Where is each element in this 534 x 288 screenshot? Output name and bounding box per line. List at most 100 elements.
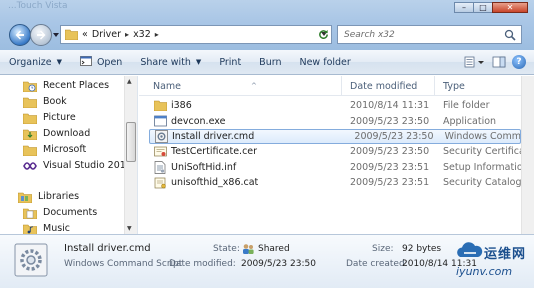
new-folder-label: New folder [299,56,351,68]
setup-info-icon [153,160,167,174]
file-type: File folder [443,100,490,112]
column-label: Name [153,80,182,92]
table-row-selected[interactable]: Install driver.cmd 2009/5/23 23:50 Windo… [149,128,521,145]
file-rows: i386 2010/8/14 11:31 File folder devcon.… [139,98,521,190]
file-date: 2009/5/23 23:51 [350,177,430,189]
nav-item-microsoft[interactable]: Microsoft [22,142,86,157]
back-button[interactable] [9,24,31,46]
nav-label: Download [43,128,91,139]
folder-icon [22,144,38,156]
security-catalog-icon [153,177,167,189]
size-value: 92 bytes [402,244,442,254]
arrow-left-icon [15,30,24,40]
nav-item-recent-places[interactable]: Recent Places [22,78,109,93]
date-created-label: Date created: [346,259,408,269]
title-bar: ...Touch Vista – □ ✕ « Driver ▸ x32 ▸ [0,0,534,50]
nav-item-download[interactable]: Download [22,126,90,141]
column-header-name[interactable]: Name ^ [139,76,342,96]
table-row[interactable]: devcon.exe 2009/5/23 23:50 Application [139,113,521,128]
state-value: Shared [258,244,290,254]
table-row[interactable]: UniSoftHid.inf 2009/5/23 23:51 Setup Inf… [139,160,521,175]
breadcrumb-item-x32[interactable]: x32 [133,29,151,40]
navigation-scrollbar[interactable]: ▲ ▼ [124,76,137,234]
nav-label: Documents [43,207,98,218]
address-bar[interactable]: « Driver ▸ x32 ▸ [60,25,332,44]
table-row[interactable]: unisofthid_x86.cat 2009/5/23 23:51 Secur… [139,175,521,190]
organize-button[interactable]: Organize ▼ [0,50,71,75]
refresh-button[interactable] [314,27,332,42]
chevron-down-icon: ▼ [195,58,202,66]
nav-label: Music [43,223,71,234]
file-date: 2009/5/23 23:50 [350,146,430,158]
share-with-button[interactable]: Share with ▼ [131,50,210,75]
nav-label: Microsoft [43,144,87,155]
nav-item-documents[interactable]: Documents [22,205,97,220]
breadcrumb-separator[interactable]: ▸ [125,30,129,39]
window-title: ...Touch Vista [8,1,68,11]
navigation-pane: Recent Places Book Picture Download Micr… [0,76,138,235]
column-header-date-modified[interactable]: Date modified [342,76,435,96]
search-box[interactable] [337,25,522,44]
scroll-down-icon[interactable]: ▼ [127,225,132,232]
watermark-logo: 运维网 iyunv.com [440,240,534,288]
music-icon [22,223,38,235]
nav-label: Visual Studio 2010 [43,160,132,171]
nav-label: Picture [43,112,76,123]
scrollbar-thumb[interactable] [126,122,136,162]
file-name: TestCertificate.cer [171,146,258,158]
file-type: Security Certificate [443,146,521,158]
preview-pane-button[interactable] [492,56,506,68]
close-button[interactable]: ✕ [492,2,528,13]
selected-file-type: Windows Command Script [64,259,183,269]
search-icon[interactable] [504,29,516,41]
nav-label: Libraries [38,191,80,202]
file-type: Application [443,115,497,127]
file-date: 2009/5/23 23:51 [350,161,430,173]
recent-pages-dropdown[interactable] [53,33,59,37]
file-list-scrollbar[interactable] [521,76,534,234]
folder-icon [153,100,167,112]
folder-icon [22,96,38,108]
view-options-icon [464,56,484,68]
watermark-en-text: iyunv.com [456,265,513,278]
open-button[interactable]: Open [71,50,131,75]
nav-item-libraries[interactable]: Libraries [17,189,79,204]
change-view-button[interactable] [464,56,486,68]
file-name: devcon.exe [171,115,226,127]
column-label: Type [443,80,465,92]
breadcrumb: « Driver ▸ x32 ▸ [82,29,163,40]
breadcrumb-item-driver[interactable]: Driver [92,29,121,40]
nav-item-picture[interactable]: Picture [22,110,76,125]
breadcrumb-overflow[interactable]: « [82,29,88,40]
file-name: UniSoftHid.inf [171,161,237,173]
nav-item-book[interactable]: Book [22,94,67,109]
chevron-down-icon: ▼ [56,58,62,66]
minimize-button[interactable]: – [454,2,474,13]
scroll-up-icon[interactable]: ▲ [127,78,132,85]
table-row[interactable]: i386 2010/8/14 11:31 File folder [139,98,521,113]
visual-studio-icon [22,161,38,171]
window-controls: – □ ✕ [454,2,528,13]
column-header-type[interactable]: Type [435,76,521,96]
nav-label: Recent Places [43,80,110,91]
search-input[interactable] [344,29,504,40]
burn-button[interactable]: Burn [250,50,290,75]
breadcrumb-separator[interactable]: ▸ [155,30,159,39]
column-label: Date modified [350,80,418,92]
cmd-script-icon [154,130,168,143]
file-date: 2009/5/23 23:50 [354,130,434,142]
refresh-icon [318,29,328,39]
new-folder-button[interactable]: New folder [290,50,359,75]
help-button[interactable]: ? [512,55,526,69]
table-row[interactable]: TestCertificate.cer 2009/5/23 23:50 Secu… [139,144,521,159]
forward-button[interactable] [30,24,52,46]
nav-item-visual-studio-2010[interactable]: Visual Studio 2010 [22,158,132,173]
print-button[interactable]: Print [210,50,250,75]
cmd-script-icon [80,55,92,70]
file-name: Install driver.cmd [172,130,255,142]
maximize-button[interactable]: □ [473,2,493,13]
preview-pane-icon [492,56,506,68]
cloud-logo-icon [457,242,483,257]
nav-label: Book [43,96,67,107]
file-list: Name ^ Date modified Type i386 2010/8/14… [139,76,521,234]
